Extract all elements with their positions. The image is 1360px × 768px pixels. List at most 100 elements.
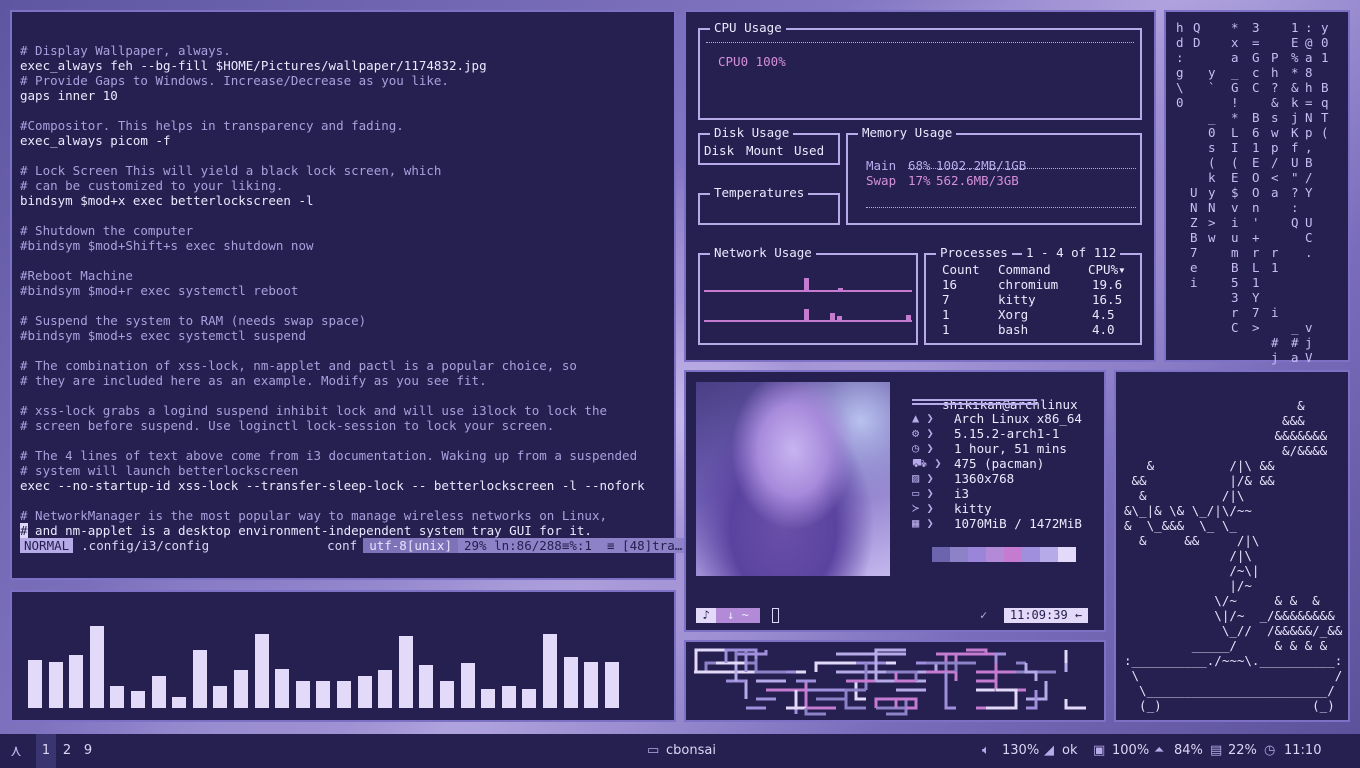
memory-graph xyxy=(866,207,1136,208)
editor-line: #Reboot Machine xyxy=(20,268,133,283)
editor-line: # Provide Gaps to Windows. Increase/Decr… xyxy=(20,73,449,88)
editor-line: exec_always picom -f xyxy=(20,133,171,148)
memory-swap-percent: 17% xyxy=(908,173,931,188)
user-underline xyxy=(912,403,1037,405)
process-cpu: 4.0 xyxy=(1092,322,1115,337)
network-value[interactable]: ok xyxy=(1062,734,1077,768)
audio-bar xyxy=(563,657,578,708)
editor-line: bindsym $mod+x exec betterlockscreen -l xyxy=(20,193,314,208)
editor-line: # system will launch betterlockscreen xyxy=(20,463,299,478)
editor-last-line[interactable]: # and nm-applet is a desktop environment… xyxy=(20,523,592,538)
editor-window[interactable]: # Display Wallpaper, always. exec_always … xyxy=(10,10,689,580)
memory-main-graph xyxy=(908,168,1136,169)
volume-icon[interactable]: 🔈︎ xyxy=(982,734,990,768)
user-underline xyxy=(912,399,1037,401)
pipe-segment xyxy=(726,679,748,699)
network-box: Network Usage xyxy=(698,245,918,345)
cart-icon: ⛟ ❯ xyxy=(912,456,942,470)
bonsai-art: & &&& &&&&&&& &/&&&& & /|\ && && |/& && … xyxy=(1124,398,1343,713)
brightness-value[interactable]: 100% xyxy=(1112,734,1149,768)
process-count: 16 xyxy=(942,277,958,292)
memory-box-title: Memory Usage xyxy=(858,125,957,141)
network-upload-spike xyxy=(837,316,842,321)
disk-header-used: Used xyxy=(794,143,825,158)
terminal-cursor xyxy=(772,608,779,623)
network-download-spike xyxy=(838,288,843,291)
memory-main-value: 1002.2MB/1GB xyxy=(936,158,1027,173)
proc-header-cpu[interactable]: CPU%▾ xyxy=(1088,262,1126,277)
temperatures-box-title: Temperatures xyxy=(710,185,809,201)
memory-icon: ▦ ❯ xyxy=(912,516,934,530)
disk-value: 22% xyxy=(1228,743,1257,758)
pipe-segment xyxy=(724,648,758,663)
info-value: 5.15.2-arch1-1 xyxy=(954,426,1060,441)
network-icon[interactable]: ◢ xyxy=(1044,734,1054,768)
terminal-icon: ≻ ❯ xyxy=(912,501,934,515)
arch-logo-icon[interactable]: ⋏ xyxy=(8,734,24,768)
memory-swap-value: 562.6MB/3GB xyxy=(936,173,1019,188)
temperatures-box: Temperatures xyxy=(698,185,840,225)
audio-bar xyxy=(275,669,290,708)
info-value: Arch Linux x86_64 xyxy=(954,411,1082,426)
prompt-segment-music: ♪ xyxy=(696,608,716,623)
btop-window[interactable]: CPU Usage CPU0 100% Disk Usage Disk Moun… xyxy=(684,10,1156,362)
process-command: kitty xyxy=(998,292,1036,307)
proc-header-count[interactable]: Count xyxy=(942,262,980,277)
editor-line: # can be customized to your liking. xyxy=(20,178,284,193)
matrix-column: P h ? & s w p / < a r 1 i # j xyxy=(1271,50,1279,365)
memory-swap-label: Swap xyxy=(866,173,897,188)
processes-box[interactable]: Processes 1 - 4 of 112 Count Command CPU… xyxy=(924,245,1142,345)
process-count: 1 xyxy=(942,307,950,322)
audio-bar xyxy=(481,689,496,708)
audio-bar xyxy=(543,634,557,708)
editor-line: # Suspend the system to RAM (needs swap … xyxy=(20,313,367,328)
process-cpu: 4.5 xyxy=(1092,307,1115,322)
audio-bar xyxy=(213,686,228,708)
matrix-column: * x a _ G ! * L I ( E $ v i u m B 5 3 r … xyxy=(1231,20,1239,335)
editor-line: # The 4 lines of text above come from i3… xyxy=(20,448,638,463)
pipe-segment xyxy=(1064,699,1086,710)
memory-box: Memory Usage Main 68% 1002.2MB/1GB Swap … xyxy=(846,125,1142,225)
file-encoding: utf-8[unix] xyxy=(363,538,458,553)
info-icons: ▲ ❯ ⚙ ❯ ◷ ❯ ⛟ ❯ ▨ ❯ ▭ ❯ ≻ ❯ ▦ ❯ xyxy=(912,411,942,531)
matrix-column: 1 E % * & k j K f U " ? : Q _ # a xyxy=(1291,20,1299,365)
info-value: 1 hour, 51 mins xyxy=(954,441,1067,456)
workspace-1[interactable]: 1 xyxy=(36,734,56,768)
editor-line: #bindsym $mod+s exec systemctl suspend xyxy=(20,328,306,343)
matrix-window[interactable]: h d : g \ 0Q D U N Z B 7 e i y ` _ 0 s (… xyxy=(1164,10,1350,365)
info-value: 1070MiB / 1472MiB xyxy=(954,516,1082,531)
cpu-box-title: CPU Usage xyxy=(710,20,786,36)
audio-bar xyxy=(460,663,475,708)
editor-text-area[interactable]: # Display Wallpaper, always. exec_always … xyxy=(20,43,645,523)
info-value: kitty xyxy=(954,501,992,516)
workspace-9[interactable]: 9 xyxy=(79,734,97,768)
cava-visualizer-window[interactable] xyxy=(10,590,676,722)
color-swatch xyxy=(1004,547,1022,562)
audio-bar xyxy=(110,686,125,708)
matrix-column: y 0 1 B q T ( xyxy=(1321,20,1329,140)
editor-line: # The combination of xss-lock, nm-applet… xyxy=(20,358,577,373)
audio-bar xyxy=(151,676,166,708)
check-icon: ✓ xyxy=(980,608,988,622)
audio-bar xyxy=(48,662,63,708)
audio-bar xyxy=(440,681,454,708)
network-upload-spike xyxy=(830,313,835,321)
pipes-window[interactable] xyxy=(684,640,1106,722)
color-swatch xyxy=(1058,547,1076,562)
network-upload-spike xyxy=(906,315,911,321)
neofetch-window[interactable]: shikikan@archlinux ▲ ❯ ⚙ ❯ ◷ ❯ ⛟ ❯ ▨ ❯ ▭ ❯ ≻ ❯… xyxy=(684,370,1106,632)
clock-icon: ◷ ❯ xyxy=(912,441,934,455)
editor-line: # they are included here as an example. … xyxy=(20,373,487,388)
brightness-icon[interactable]: ▣ xyxy=(1093,734,1105,768)
workspace-2[interactable]: 2 xyxy=(58,734,76,768)
cbonsai-window[interactable]: & &&& &&&&&&& &/&&&& & /|\ && && |/& && … xyxy=(1114,370,1350,722)
network-box-title: Network Usage xyxy=(710,245,816,261)
proc-header-command[interactable]: Command xyxy=(998,262,1051,277)
prompt-segment-dir: ↓ ~ xyxy=(716,608,760,623)
audio-bar xyxy=(69,655,84,708)
volume-value[interactable]: 130% xyxy=(1002,734,1039,768)
